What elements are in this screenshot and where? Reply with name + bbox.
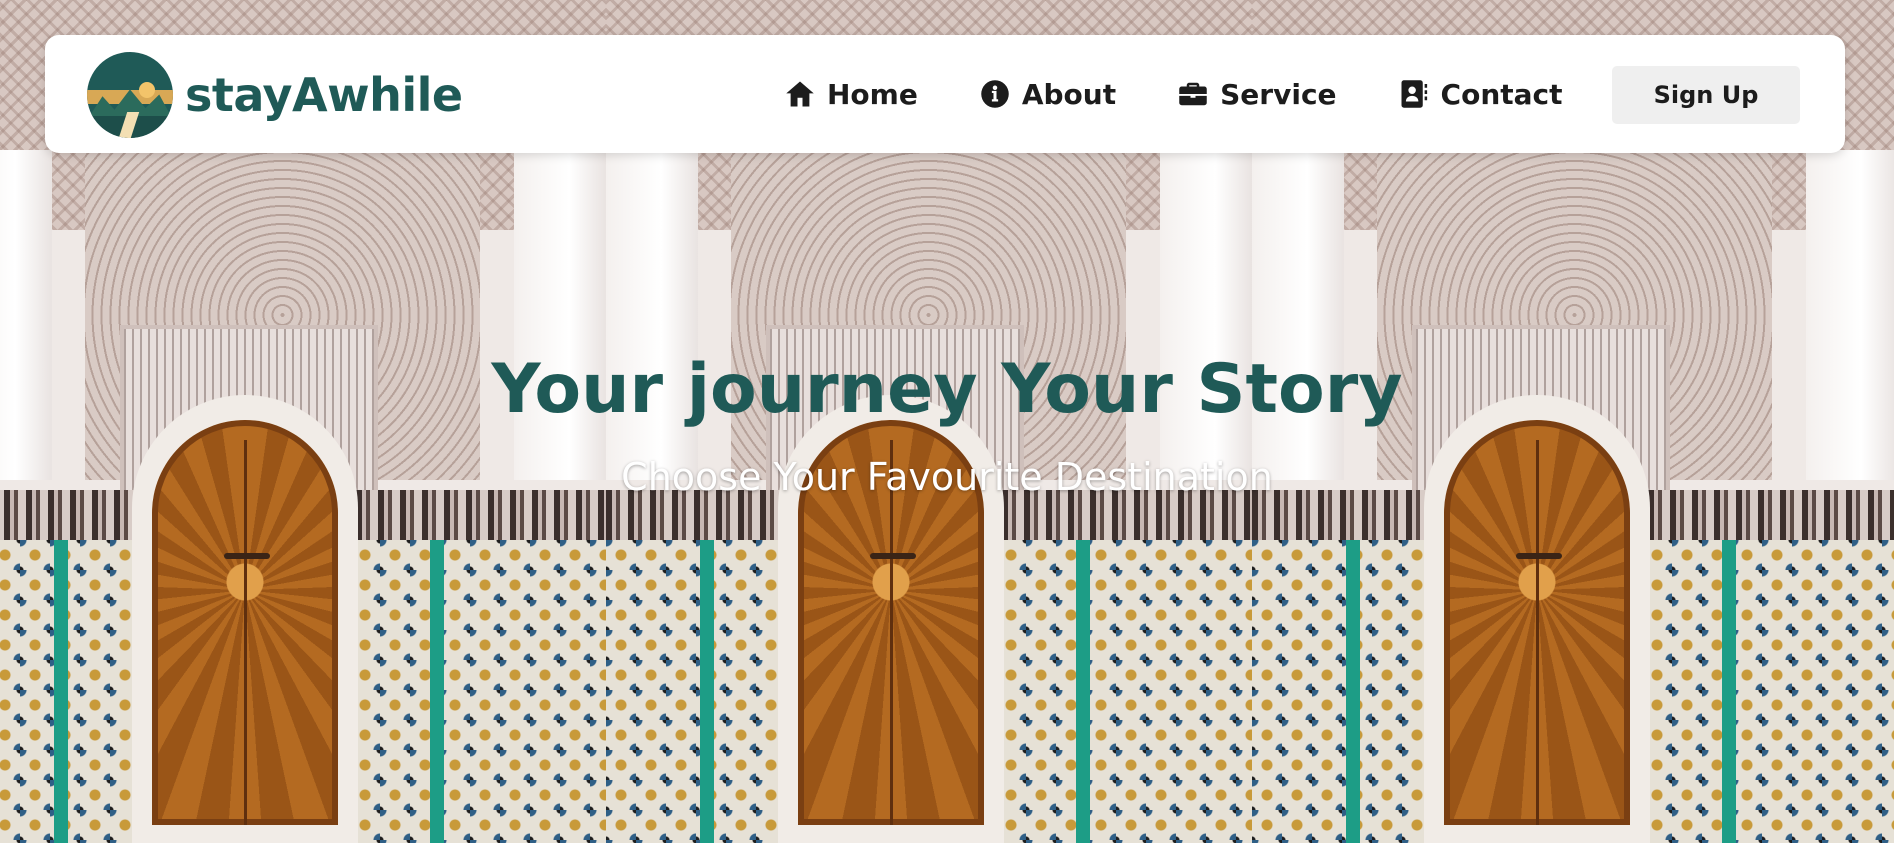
nav-links: Home About Service Contact	[785, 35, 1625, 153]
navbar: stayAwhile Home About Service Contact Si…	[45, 35, 1845, 153]
brand-logo-link[interactable]: stayAwhile	[87, 52, 463, 138]
home-icon	[786, 81, 814, 107]
hero-subtitle: Choose Your Favourite Destination	[621, 455, 1273, 499]
nav-link-about[interactable]: About	[980, 78, 1116, 111]
nav-link-label: About	[1021, 77, 1117, 111]
brand-name: stayAwhile	[185, 68, 463, 122]
landing-page: stayAwhile Home About Service Contact Si…	[0, 0, 1894, 843]
nav-link-label: Service	[1220, 77, 1337, 111]
info-circle-icon	[981, 80, 1009, 108]
mountain-sunset-logo-icon	[87, 52, 173, 138]
nav-link-contact[interactable]: Contact	[1399, 78, 1563, 111]
sign-up-button[interactable]: Sign Up	[1612, 66, 1800, 124]
nav-link-service[interactable]: Service	[1178, 77, 1337, 111]
hero-title: Your journey Your Story	[491, 350, 1403, 429]
nav-link-label: Contact	[1440, 77, 1563, 111]
address-card-icon	[1401, 80, 1427, 108]
nav-link-home[interactable]: Home	[785, 78, 918, 111]
nav-link-label: Home	[827, 77, 918, 111]
briefcase-icon	[1179, 82, 1207, 106]
